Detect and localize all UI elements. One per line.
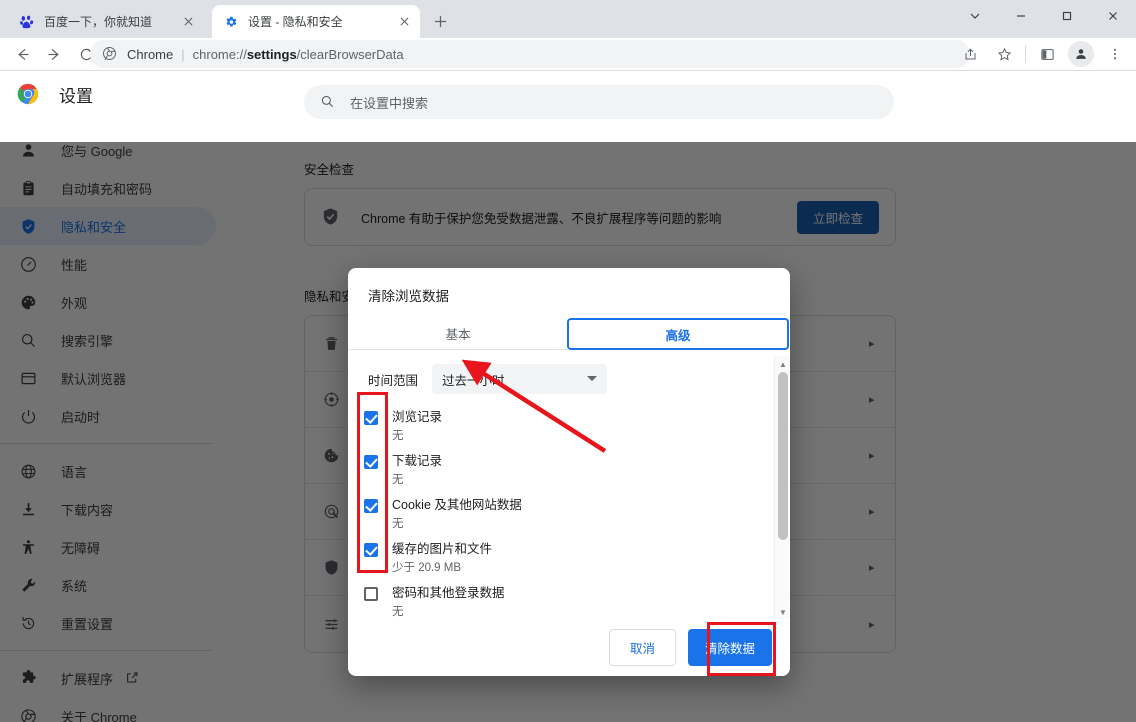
time-range-label: 时间范围 <box>368 373 419 388</box>
option-passwords[interactable]: 密码和其他登录数据 无 <box>356 580 790 618</box>
tab-advanced[interactable]: 高级 <box>567 318 789 351</box>
clear-browsing-data-dialog: 清除浏览数据 基本 高级 时间范围 过去一小时 浏览记录 无 下载记录 无 Co… <box>348 268 790 676</box>
option-title: 缓存的图片和文件 <box>392 542 493 557</box>
chrome-icon <box>102 46 118 62</box>
option-title: Cookie 及其他网站数据 <box>392 498 522 513</box>
checkbox-passwords[interactable] <box>364 587 378 602</box>
option-text: 下载记录 无 <box>392 452 442 488</box>
checkbox-cached-files[interactable] <box>364 543 378 558</box>
option-title: 下载记录 <box>392 454 443 469</box>
omnibox-separator: | <box>181 46 185 62</box>
option-text: 密码和其他登录数据 无 <box>392 584 505 618</box>
scrollbar-thumb[interactable] <box>778 372 788 541</box>
back-icon[interactable] <box>8 40 36 68</box>
settings-search-wrap: 在设置中搜索 <box>228 71 1136 119</box>
scroll-up-icon[interactable]: ▲ <box>775 356 790 372</box>
toolbar-right-actions <box>953 40 1132 68</box>
tab-settings[interactable]: 设置 - 隐私和安全 <box>212 5 420 38</box>
window-controls <box>952 0 1136 32</box>
option-sub: 无 <box>392 606 404 618</box>
forward-icon[interactable] <box>40 40 68 68</box>
option-cookies[interactable]: Cookie 及其他网站数据 无 <box>356 492 790 536</box>
omnibox-chip: Chrome <box>127 46 174 62</box>
clear-data-button[interactable]: 清除数据 <box>687 629 772 666</box>
url-bold: settings <box>246 46 297 62</box>
option-text: Cookie 及其他网站数据 无 <box>392 496 522 532</box>
search-placeholder: 在设置中搜索 <box>350 95 429 111</box>
chevron-down-icon[interactable] <box>952 0 998 32</box>
side-panel-icon[interactable] <box>1033 40 1061 68</box>
scroll-down-icon[interactable]: ▼ <box>775 604 790 618</box>
annotation-arrow-icon <box>461 359 607 453</box>
new-tab-button[interactable] <box>429 10 451 32</box>
checkbox-cookies[interactable] <box>364 499 378 514</box>
gear-icon <box>223 14 239 30</box>
toolbar-divider <box>1025 45 1026 63</box>
tab-baidu[interactable]: 百度一下，你就知道 <box>8 5 204 38</box>
search-icon <box>320 94 336 110</box>
settings-brand: 设置 <box>0 71 228 117</box>
bookmark-star-icon[interactable] <box>990 40 1018 68</box>
dialog-title: 清除浏览数据 <box>368 289 449 304</box>
minimize-icon[interactable] <box>998 0 1044 32</box>
address-bar[interactable]: Chrome | chrome://settings/clearBrowserD… <box>90 40 970 68</box>
baidu-icon <box>19 14 35 30</box>
close-icon[interactable] <box>1090 0 1136 32</box>
option-sub: 少于 20.9 MB <box>392 562 462 575</box>
maximize-icon[interactable] <box>1044 0 1090 32</box>
more-menu-icon[interactable] <box>1101 40 1129 68</box>
checkbox-browsing-history[interactable] <box>364 411 378 426</box>
checkbox-download-history[interactable] <box>364 455 378 470</box>
close-icon[interactable] <box>396 14 412 30</box>
option-text: 浏览记录 无 <box>392 408 442 444</box>
dialog-footer: 取消 清除数据 <box>348 618 790 676</box>
option-cached-files[interactable]: 缓存的图片和文件 少于 20.9 MB <box>356 536 790 580</box>
option-title: 密码和其他登录数据 <box>392 586 505 601</box>
chrome-logo-icon <box>17 83 39 105</box>
dialog-tabs: 基本 高级 <box>348 318 790 351</box>
close-icon[interactable] <box>180 14 196 30</box>
search-input[interactable]: 在设置中搜索 <box>304 85 894 119</box>
tab-basic[interactable]: 基本 <box>349 318 567 351</box>
tab-strip: 百度一下，你就知道 设置 - 隐私和安全 <box>0 0 1136 38</box>
option-text: 缓存的图片和文件 少于 20.9 MB <box>392 540 492 576</box>
url-prefix: chrome:// <box>192 46 247 62</box>
tab-title: 百度一下，你就知道 <box>44 15 153 29</box>
url-suffix: /clearBrowserData <box>296 46 404 62</box>
page-title: 设置 <box>59 86 93 106</box>
option-sub: 无 <box>392 430 404 443</box>
profile-avatar-icon[interactable] <box>1068 41 1094 67</box>
tab-title: 设置 - 隐私和安全 <box>248 15 343 29</box>
option-sub: 无 <box>392 518 404 531</box>
cancel-button[interactable]: 取消 <box>608 629 676 666</box>
option-title: 浏览记录 <box>392 410 443 425</box>
browser-window: 百度一下，你就知道 设置 - 隐私和安全 Chrome | chrome://s… <box>0 0 1136 722</box>
option-sub: 无 <box>392 474 404 487</box>
dialog-scrollbar[interactable]: ▲ ▼ <box>774 356 790 618</box>
share-icon[interactable] <box>956 40 984 68</box>
omnibox-url: chrome://settings/clearBrowserData <box>193 47 404 62</box>
